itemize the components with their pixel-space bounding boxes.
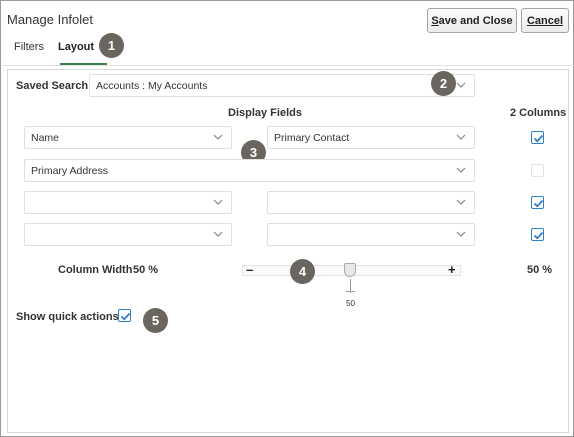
checkmark-icon	[120, 312, 131, 321]
column-width-left-value: 50 %	[133, 264, 159, 276]
cancel-label: ancel	[534, 14, 564, 27]
manage-infolet-dialog: Manage Infolet Save and Close Cancel Fil…	[0, 0, 574, 437]
field-value: Name	[31, 131, 60, 144]
column-width-label: Column Width	[58, 264, 133, 276]
layout-panel	[7, 69, 569, 433]
checkmark-icon	[533, 134, 544, 143]
saved-search-value: Accounts : My Accounts	[96, 79, 208, 92]
chevron-down-icon	[456, 134, 466, 140]
cancel-mnemonic: C	[526, 14, 535, 27]
checkmark-icon	[533, 199, 544, 208]
field-select-row4-right[interactable]	[267, 223, 475, 246]
field-select-row4-left[interactable]	[24, 223, 232, 246]
chevron-down-icon	[213, 231, 223, 237]
column-width-right-value: 50 %	[527, 264, 553, 276]
slider-tick-cap	[346, 291, 355, 292]
chevron-down-icon	[213, 199, 223, 205]
display-fields-header: Display Fields	[228, 107, 302, 119]
chevron-down-icon	[213, 134, 223, 140]
show-quick-actions-label: Show quick actions	[16, 311, 119, 323]
slider-value: 50	[346, 299, 355, 308]
field-select-row2-full[interactable]: Primary Address	[24, 159, 475, 182]
save-and-close-button[interactable]: Save and Close	[427, 8, 517, 33]
callout-5: 5	[143, 308, 168, 333]
chevron-down-icon	[456, 231, 466, 237]
field-select-row1-left[interactable]: Name	[24, 126, 232, 149]
callout-1: 1	[99, 33, 124, 58]
field-select-row3-right[interactable]	[267, 191, 475, 214]
chevron-down-icon	[456, 167, 466, 173]
save-and-close-mnemonic: S	[431, 14, 439, 27]
field-select-row3-left[interactable]	[24, 191, 232, 214]
saved-search-select[interactable]: Accounts : My Accounts	[89, 74, 475, 97]
save-and-close-label: ave and Close	[438, 14, 513, 27]
dialog-title: Manage Infolet	[7, 12, 94, 27]
slider-decrease-button[interactable]: –	[246, 262, 253, 277]
two-columns-header: 2 Columns	[510, 107, 567, 119]
slider-increase-button[interactable]: +	[448, 262, 456, 277]
tab-filters[interactable]: Filters	[14, 41, 44, 53]
slider-thumb[interactable]	[344, 263, 356, 277]
callout-2: 2	[431, 71, 456, 96]
two-columns-checkbox-row1[interactable]	[531, 131, 544, 144]
callout-4: 4	[290, 259, 315, 284]
tab-divider	[1, 65, 574, 66]
two-columns-checkbox-row2[interactable]	[531, 164, 544, 177]
field-value: Primary Address	[31, 164, 109, 177]
cancel-button[interactable]: Cancel	[521, 8, 569, 33]
tab-layout[interactable]: Layout	[58, 41, 94, 53]
checkmark-icon	[533, 231, 544, 240]
field-value: Primary Contact	[274, 131, 350, 144]
chevron-down-icon	[456, 199, 466, 205]
field-select-row1-right[interactable]: Primary Contact	[267, 126, 475, 149]
saved-search-label: Saved Search	[16, 80, 89, 92]
show-quick-actions-checkbox[interactable]	[118, 309, 131, 322]
two-columns-checkbox-row4[interactable]	[531, 228, 544, 241]
chevron-down-icon	[456, 82, 466, 88]
two-columns-checkbox-row3[interactable]	[531, 196, 544, 209]
